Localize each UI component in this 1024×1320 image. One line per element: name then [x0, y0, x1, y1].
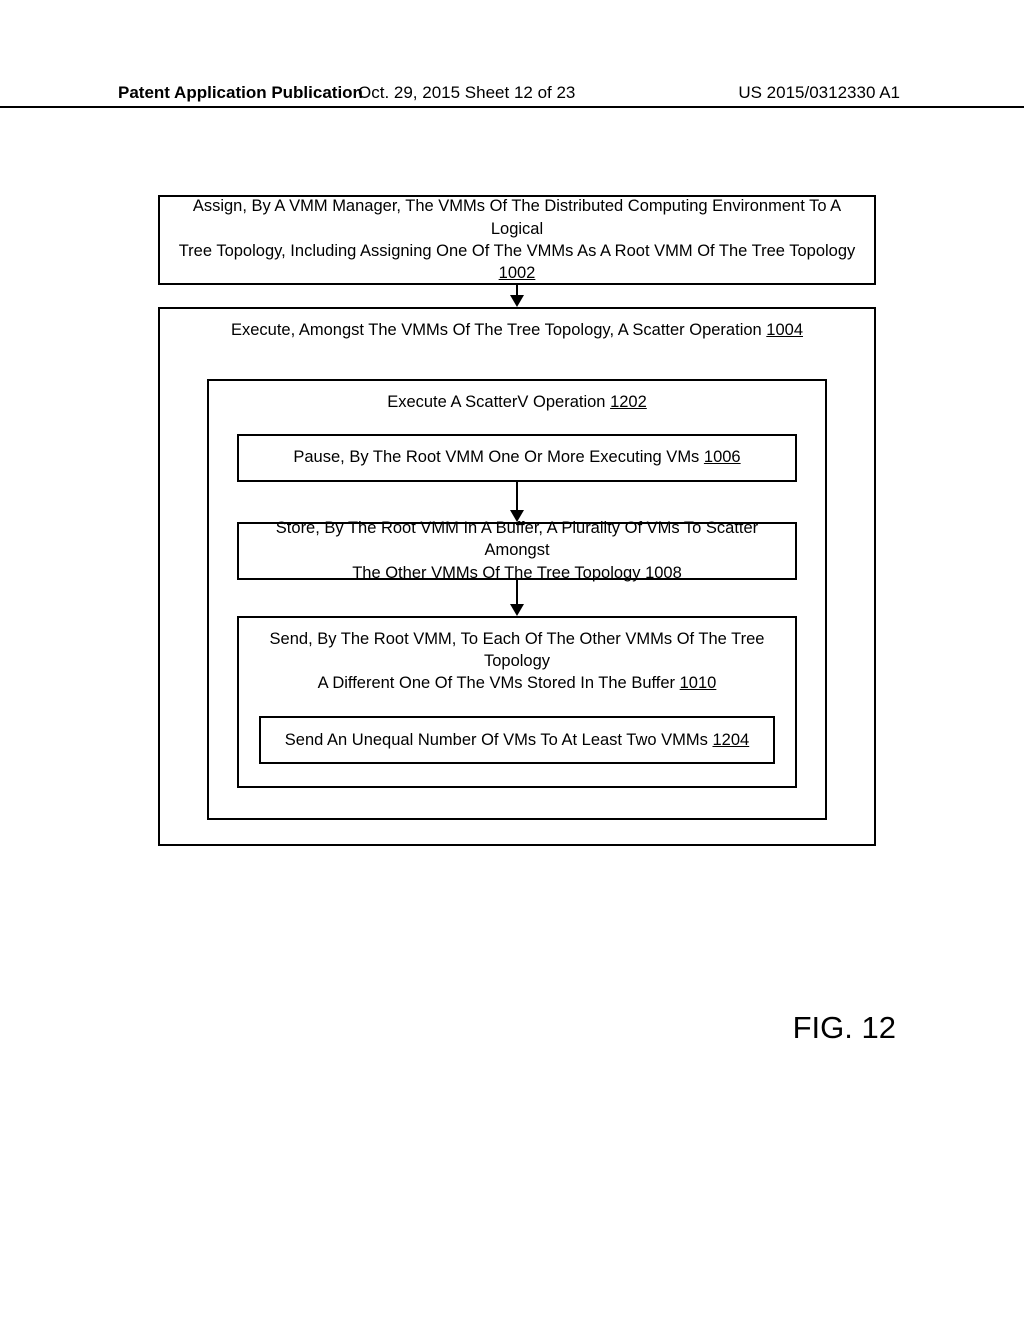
flowchart-step-1008: Store, By The Root VMM In A Buffer, A Pl… — [237, 522, 797, 580]
step-1010-ref: 1010 — [680, 674, 717, 692]
step-1006-text: Pause, By The Root VMM One Or More Execu… — [293, 448, 704, 466]
step-1204-ref: 1204 — [712, 731, 749, 749]
header-publication-label: Patent Application Publication — [0, 83, 363, 103]
page-header: Patent Application Publication Oct. 29, … — [0, 82, 1024, 108]
header-date-sheet: Oct. 29, 2015 Sheet 12 of 23 — [358, 83, 575, 103]
figure-label: FIG. 12 — [793, 1010, 896, 1046]
arrow-icon — [510, 580, 524, 616]
flowchart-step-1006: Pause, By The Root VMM One Or More Execu… — [237, 434, 797, 482]
step-1202-ref: 1202 — [610, 393, 647, 411]
step-1008-line1: Store, By The Root VMM In A Buffer, A Pl… — [276, 519, 758, 559]
flowchart-diagram: Assign, By A VMM Manager, The VMMs Of Th… — [158, 195, 876, 846]
flowchart-step-1204: Send An Unequal Number Of VMs To At Leas… — [259, 716, 775, 764]
flowchart-step-1004: Execute, Amongst The VMMs Of The Tree To… — [158, 307, 876, 846]
step-1002-line1: Assign, By A VMM Manager, The VMMs Of Th… — [193, 197, 841, 237]
step-1002-line2: Tree Topology, Including Assigning One O… — [179, 242, 856, 260]
step-1006-ref: 1006 — [704, 448, 741, 466]
step-1202-text: Execute A ScatterV Operation — [387, 393, 610, 411]
step-1004-text: Execute, Amongst The VMMs Of The Tree To… — [231, 321, 766, 339]
header-publication-number: US 2015/0312330 A1 — [738, 83, 900, 103]
step-1004-ref: 1004 — [766, 321, 803, 339]
step-1002-ref: 1002 — [499, 264, 536, 282]
step-1010-line1: Send, By The Root VMM, To Each Of The Ot… — [270, 630, 765, 670]
step-1204-text: Send An Unequal Number Of VMs To At Leas… — [285, 731, 713, 749]
step-1010-line2: A Different One Of The VMs Stored In The… — [318, 674, 680, 692]
flowchart-step-1002: Assign, By A VMM Manager, The VMMs Of Th… — [158, 195, 876, 285]
arrow-icon — [510, 482, 524, 522]
arrow-icon — [510, 285, 524, 307]
flowchart-step-1010: Send, By The Root VMM, To Each Of The Ot… — [237, 616, 797, 789]
flowchart-step-1202: Execute A ScatterV Operation 1202 Pause,… — [207, 379, 827, 820]
